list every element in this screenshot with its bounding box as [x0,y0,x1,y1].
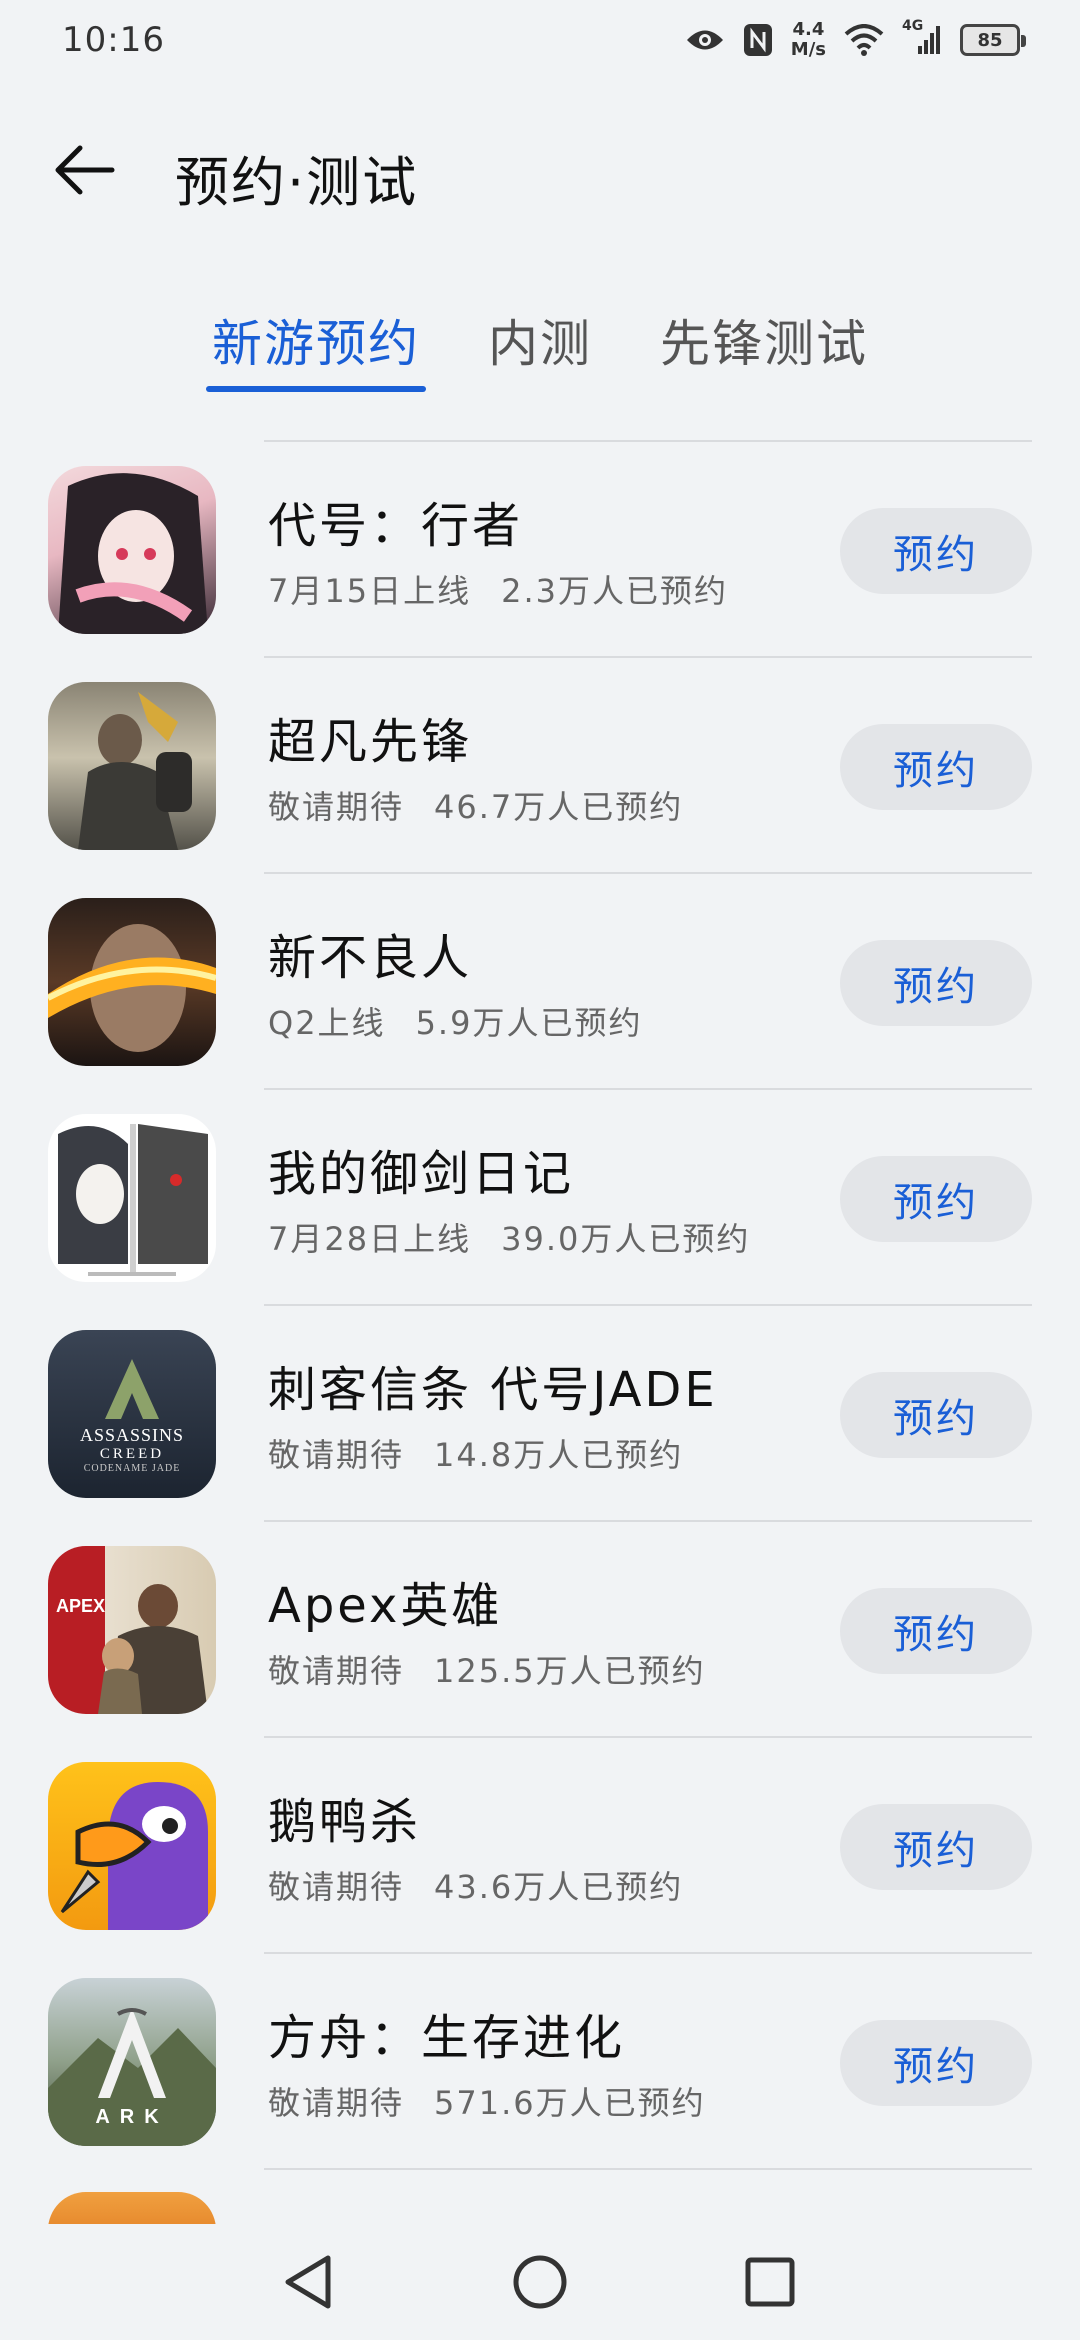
nfc-icon [743,23,773,57]
reservation-count: 5.9万人已预约 [415,1004,643,1042]
list-item[interactable]: 我的御剑日记 7月28日上线 39.0万人已预约 预约 [0,1090,1080,1306]
reserve-button[interactable]: 预约 [840,1804,1032,1890]
game-name: 方舟：生存进化 [268,2010,626,2066]
net-speed-value: 4.4 [792,19,825,40]
network-type: 4G [902,18,924,34]
reserve-button[interactable]: 预约 [840,508,1032,594]
wifi-icon [844,24,884,56]
icon-text-assassins: ASSASSINS [79,1424,185,1445]
game-icon-goose [48,1762,216,1930]
reservation-count: 2.3万人已预约 [501,572,728,610]
reserve-button[interactable]: 预约 [840,1588,1032,1674]
tab-new-game-reservation[interactable]: 新游预约 [206,292,426,392]
status-bar: 10:16 4.4 M/s 4G 85 [0,0,1080,80]
reservation-count: 125.5万人已预约 [434,1652,706,1690]
battery-icon: 85 [960,24,1026,56]
battery-level: 85 [977,29,1003,51]
list-item[interactable]: 新不良人 Q2上线 5.9万人已预约 预约 [0,874,1080,1090]
game-icon-yujian [48,1114,216,1282]
game-icon-buliangren [48,898,216,1066]
game-icon-chaofan [48,682,216,850]
release-info: 7月28日上线 [268,1220,472,1258]
game-meta: 7月28日上线 39.0万人已预约 [268,1214,750,1260]
list-item[interactable]: 鹅鸭杀 敬请期待 43.6万人已预约 预约 [0,1738,1080,1954]
nav-home-button[interactable] [508,2250,572,2314]
system-nav-bar [0,2224,1080,2340]
reservation-count: 39.0万人已预约 [501,1220,751,1258]
reserve-button[interactable]: 预约 [840,940,1032,1026]
release-info: 7月15日上线 [268,572,472,610]
game-icon-ark: ARK [48,1978,216,2146]
release-info: Q2上线 [268,1004,386,1042]
triangle-back-icon [285,2255,331,2309]
status-time: 10:16 [62,20,165,60]
game-meta: 敬请期待 14.8万人已预约 [268,1430,683,1476]
icon-text-jade: CODENAME JADE [83,1462,181,1474]
game-icon-apex: APEX [48,1546,216,1714]
release-info: 敬请期待 [268,1652,405,1690]
list-item[interactable]: 超凡先锋 敬请期待 46.7万人已预约 预约 [0,658,1080,874]
back-arrow-icon [55,145,115,195]
reservation-count: 571.6万人已预约 [434,2084,706,2122]
game-meta: 敬请期待 125.5万人已预约 [268,1646,706,1692]
game-name: 鹅鸭杀 [268,1794,422,1850]
page-title: 预约·测试 [175,151,419,214]
reserve-button[interactable]: 预约 [840,1156,1032,1242]
reserve-button[interactable]: 预约 [840,724,1032,810]
game-name: Apex英雄 [268,1578,503,1634]
tab-bar: 新游预约 内测 先锋测试 [0,292,1080,392]
release-info: 敬请期待 [268,1436,405,1474]
icon-text-ark: ARK [95,2106,169,2128]
tab-closed-beta[interactable]: 内测 [482,292,598,392]
tab-pioneer-test[interactable]: 先锋测试 [654,292,874,392]
eye-icon [685,27,725,53]
list-item[interactable]: ASSASSINS CREED CODENAME JADE 刺客信条 代号JAD… [0,1306,1080,1522]
status-icons: 4.4 M/s 4G 85 [685,18,1026,62]
reservation-count: 46.7万人已预约 [434,788,684,826]
game-meta: 7月15日上线 2.3万人已预约 [268,566,728,612]
game-name: 刺客信条 代号JADE [268,1362,718,1418]
game-list: 代号：行者 7月15日上线 2.3万人已预约 预约 超凡先锋 敬请期待 46.7万人… [0,440,1080,2224]
release-info: 敬请期待 [268,1868,405,1906]
nav-recents-button[interactable] [738,2250,802,2314]
game-name: 超凡先锋 [268,714,473,770]
signal-icon: 4G [902,18,942,56]
reservation-count: 43.6万人已预约 [434,1868,684,1906]
nav-back-button[interactable] [276,2250,340,2314]
release-info: 敬请期待 [268,2084,405,2122]
release-info: 敬请期待 [268,788,405,826]
square-recents-icon [745,2257,795,2307]
header: 预约·测试 [0,110,1080,230]
game-name: 代号：行者 [268,498,524,554]
list-item[interactable]: 代号：行者 7月15日上线 2.3万人已预约 预约 [0,442,1080,658]
divider [264,2168,1032,2170]
game-icon-partial[interactable] [48,2192,216,2224]
net-speed: 4.4 M/s [791,20,826,60]
list-item[interactable]: ARK 方舟：生存进化 敬请期待 571.6万人已预约 预约 [0,1954,1080,2170]
game-meta: 敬请期待 43.6万人已预约 [268,1862,683,1908]
net-speed-unit: M/s [790,39,826,60]
game-icon-xingzhe [48,466,216,634]
game-meta: 敬请期待 571.6万人已预约 [268,2078,706,2124]
reserve-button[interactable]: 预约 [840,2020,1032,2106]
game-name: 我的御剑日记 [268,1146,575,1202]
list-item[interactable]: APEX Apex英雄 敬请期待 125.5万人已预约 预约 [0,1522,1080,1738]
circle-home-icon [513,2255,567,2309]
game-icon-assassins-creed: ASSASSINS CREED CODENAME JADE [48,1330,216,1498]
back-button[interactable] [44,130,124,210]
game-meta: Q2上线 5.9万人已预约 [268,998,642,1044]
icon-text-creed: CREED [99,1445,165,1462]
reservation-count: 14.8万人已预约 [434,1436,684,1474]
game-name: 新不良人 [268,930,473,986]
game-meta: 敬请期待 46.7万人已预约 [268,782,683,828]
reserve-button[interactable]: 预约 [840,1372,1032,1458]
